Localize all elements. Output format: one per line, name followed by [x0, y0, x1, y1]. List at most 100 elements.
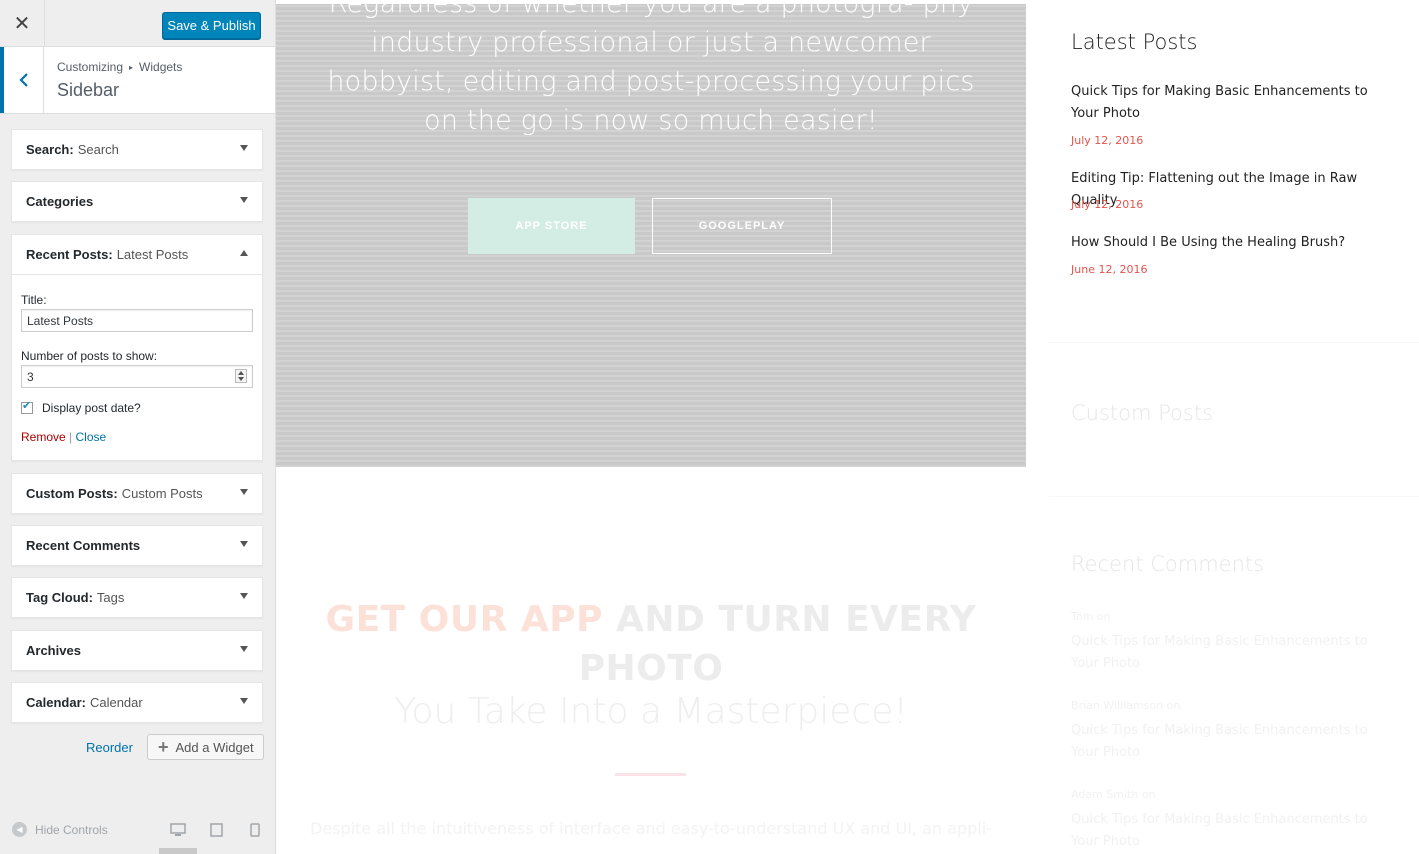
comment-meta: Brian Williamson on — [1071, 699, 1180, 712]
comment-post-link[interactable]: Quick Tips for Making Basic Enhancements… — [1071, 631, 1397, 675]
hide-controls-label: Hide Controls — [35, 822, 108, 837]
post-link[interactable]: How Should I Be Using the Healing Brush? — [1071, 232, 1397, 254]
customizer-panel: ✕ Save & Publish Customizing ▸ Widgets S… — [0, 0, 276, 854]
widget-name: Calendar: — [26, 695, 86, 710]
widget-recent-comments: Recent Comments — [11, 525, 263, 566]
widget-name: Search: — [26, 142, 74, 157]
close-widget-link[interactable]: Close — [76, 430, 107, 444]
checkmark-icon: ✔ — [22, 400, 32, 412]
widget-header[interactable]: Categories — [12, 182, 262, 221]
comment-meta: Tom on — [1071, 610, 1111, 623]
divider — [1049, 342, 1419, 343]
widget-subtitle: Tags — [96, 590, 125, 605]
expand-arrow-icon[interactable] — [240, 593, 248, 599]
add-widget-button[interactable]: + Add a Widget — [147, 734, 264, 760]
widget-name: Recent Posts: — [26, 247, 113, 262]
widget-header[interactable]: Recent Comments — [12, 526, 262, 565]
expand-arrow-icon[interactable] — [240, 197, 248, 203]
preview-sidebar: Latest Posts Quick Tips for Making Basic… — [1049, 0, 1419, 854]
show-date-label: Display post date? — [42, 401, 141, 415]
show-date-checkbox[interactable]: ✔ — [21, 400, 33, 414]
expand-arrow-icon[interactable] — [240, 646, 248, 652]
collapse-arrow-icon[interactable] — [240, 250, 248, 256]
breadcrumb-current: Widgets — [139, 60, 183, 74]
expand-arrow-icon[interactable] — [240, 541, 248, 547]
close-customizer-button[interactable]: ✕ — [0, 0, 45, 47]
post-date: July 12, 2016 — [1071, 134, 1144, 147]
title-input[interactable] — [21, 309, 253, 332]
widget-form: Title: Number of posts to show: ✔ Displa… — [12, 274, 262, 460]
expand-arrow-icon[interactable] — [240, 145, 248, 151]
divider — [1049, 496, 1419, 497]
number-spinner-icon[interactable] — [235, 369, 247, 383]
actions-separator: | — [69, 430, 73, 444]
comment-author[interactable]: Brian Williamson — [1071, 699, 1163, 712]
widget-categories: Categories — [11, 181, 263, 222]
widget-name: Custom Posts: — [26, 486, 118, 501]
latest-posts-title: Latest Posts — [1071, 30, 1198, 54]
widget-search: Search: Search — [11, 129, 263, 170]
widget-subtitle: Latest Posts — [116, 247, 189, 262]
breadcrumb: Customizing ▸ Widgets — [57, 60, 182, 74]
divider — [615, 773, 686, 776]
show-date-row: ✔ Display post date? — [21, 400, 253, 415]
back-button[interactable] — [0, 47, 44, 113]
comment-author[interactable]: Tom — [1071, 610, 1093, 623]
app-subheading: You Take Into a Masterpiece! — [394, 691, 908, 732]
comment-on: on — [1096, 610, 1111, 623]
widget-archives: Archives — [11, 630, 263, 671]
post-date: July 12, 2016 — [1071, 198, 1144, 211]
section-title: Sidebar — [57, 80, 120, 100]
remove-widget-link[interactable]: Remove — [21, 430, 66, 444]
comment-on: on — [1166, 699, 1181, 712]
comment-post-link[interactable]: Quick Tips for Making Basic Enhancements… — [1071, 720, 1397, 764]
add-widget-label: Add a Widget — [175, 739, 254, 755]
comment-author[interactable]: Adam Smith — [1071, 788, 1138, 801]
googleplay-button[interactable]: GOOGLEPLAY — [652, 198, 832, 254]
widget-name: Archives — [26, 643, 81, 658]
widget-header[interactable]: Search: Search — [12, 130, 262, 169]
widget-header[interactable]: Archives — [12, 631, 262, 670]
comment-meta: Adam Smith on — [1071, 788, 1156, 801]
breadcrumb-root: Customizing — [57, 60, 124, 74]
comment-post-link[interactable]: Quick Tips for Making Basic Enhancements… — [1071, 809, 1397, 853]
custom-posts-title: Custom Posts — [1071, 401, 1214, 425]
widget-header[interactable]: Calendar: Calendar — [12, 683, 262, 722]
desktop-preview-icon[interactable] — [170, 823, 186, 837]
post-link[interactable]: Quick Tips for Making Basic Enhancements… — [1071, 81, 1397, 125]
mobile-preview-icon[interactable] — [250, 823, 260, 837]
widget-actions: Remove | Close — [21, 430, 253, 444]
widget-header[interactable]: Recent Posts: Latest Posts — [12, 235, 262, 274]
post-count-input[interactable] — [21, 365, 253, 388]
hide-controls-button[interactable]: ◀ Hide Controls — [12, 822, 108, 837]
tablet-preview-icon[interactable] — [210, 823, 223, 837]
widget-name: Tag Cloud: — [26, 590, 93, 605]
app-store-button[interactable]: APP STORE — [468, 198, 635, 254]
app-heading-rest: AND TURN EVERY PHOTO — [578, 599, 977, 689]
hero-section: Regardless of whether you are a photogra… — [276, 4, 1026, 467]
widget-custom-posts: Custom Posts: Custom Posts — [11, 473, 263, 514]
widget-subtitle: Calendar — [89, 695, 143, 710]
widget-recent-posts: Recent Posts: Latest Posts Title: Number… — [11, 234, 263, 461]
widget-name: Categories — [26, 194, 94, 209]
expand-arrow-icon[interactable] — [240, 489, 248, 495]
widget-subtitle: Custom Posts — [121, 486, 203, 501]
save-publish-button[interactable]: Save & Publish — [162, 12, 261, 39]
reorder-link[interactable]: Reorder — [86, 740, 133, 755]
app-promo-section: GET OUR APP AND TURN EVERY PHOTO You Tak… — [276, 467, 1026, 854]
active-device-indicator — [159, 848, 197, 854]
breadcrumb-arrow-icon: ▸ — [129, 62, 134, 72]
widget-subtitle: Search — [77, 142, 119, 157]
app-heading: GET OUR APP AND TURN EVERY PHOTO — [276, 595, 1026, 693]
widget-tag-cloud: Tag Cloud: Tags — [11, 577, 263, 618]
post-count-field — [21, 365, 253, 388]
widget-name: Recent Comments — [26, 538, 141, 553]
plus-icon: + — [158, 737, 169, 757]
widget-header[interactable]: Custom Posts: Custom Posts — [12, 474, 262, 513]
expand-arrow-icon[interactable] — [240, 698, 248, 704]
recent-comments-title: Recent Comments — [1071, 552, 1265, 576]
customizer-footer: ◀ Hide Controls — [0, 808, 275, 854]
post-count-label: Number of posts to show: — [21, 349, 158, 363]
widget-header[interactable]: Tag Cloud: Tags — [12, 578, 262, 617]
widget-calendar: Calendar: Calendar — [11, 682, 263, 723]
